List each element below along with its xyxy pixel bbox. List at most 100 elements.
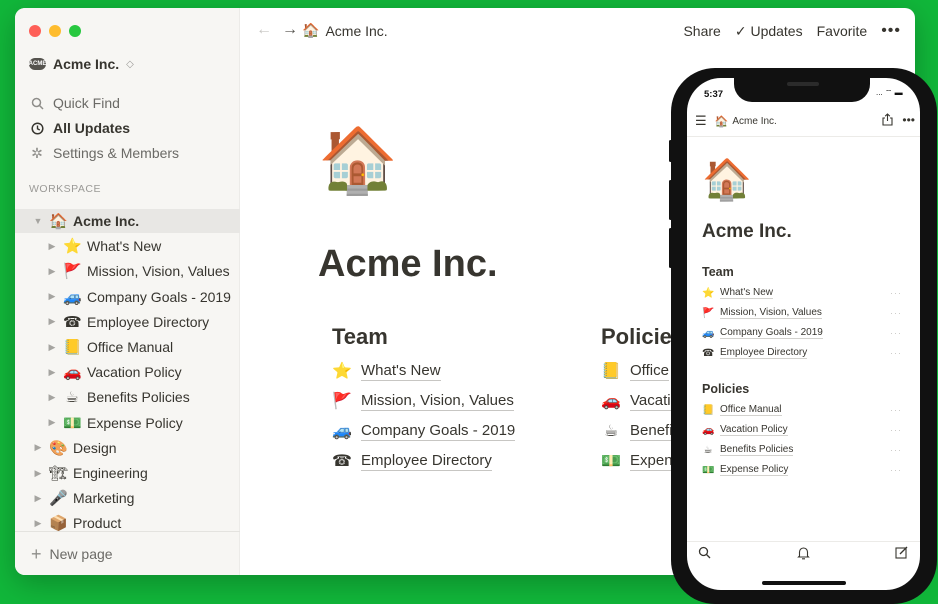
- phone-page-link[interactable]: 🚗 Vacation Policy ···: [702, 422, 902, 438]
- phone-link-label: Employee Directory: [720, 347, 808, 359]
- expand-toggle-icon[interactable]: ▶: [33, 468, 43, 479]
- row-more-icon[interactable]: ···: [890, 445, 902, 455]
- minimize-window-button[interactable]: [49, 25, 61, 37]
- settings-members-button[interactable]: ✲ Settings & Members: [29, 142, 179, 164]
- topbar: ← → 🏠 Acme Inc. Share ✓ Updates Favorite…: [240, 8, 915, 52]
- row-more-icon[interactable]: ···: [890, 405, 902, 415]
- phone-link-label: Expense Policy: [720, 464, 789, 476]
- sidebar-item-marketing[interactable]: ▶ 🎤 Marketing: [15, 486, 240, 510]
- breadcrumb[interactable]: 🏠 Acme Inc.: [302, 22, 388, 39]
- maximize-window-button[interactable]: [69, 25, 81, 37]
- phone-page-link[interactable]: 💵 Expense Policy ···: [702, 462, 902, 478]
- expand-toggle-icon[interactable]: ▶: [33, 518, 43, 529]
- new-page-button[interactable]: + New page: [15, 531, 240, 575]
- sidebar-item-design[interactable]: ▶ 🎨 Design: [15, 436, 240, 460]
- expand-toggle-icon[interactable]: ▶: [33, 442, 43, 453]
- phone-more-icon[interactable]: •••: [902, 113, 915, 129]
- sidebar-item-office-manual[interactable]: ▶ 📒 Office Manual: [15, 335, 240, 359]
- share-button[interactable]: Share: [683, 23, 720, 39]
- close-window-button[interactable]: [29, 25, 41, 37]
- expand-toggle-icon[interactable]: ▶: [47, 342, 57, 353]
- phone-page-link[interactable]: 🚩 Mission, Vision, Values ···: [702, 305, 902, 321]
- phone-breadcrumb[interactable]: Acme Inc.: [732, 116, 776, 127]
- page-emoji-icon: 📒: [601, 363, 621, 380]
- expand-toggle-icon[interactable]: ▶: [47, 266, 57, 277]
- page-link[interactable]: ☕ Benefit: [601, 420, 677, 442]
- expand-toggle-icon[interactable]: ▶: [47, 291, 57, 302]
- expand-toggle-icon[interactable]: ▶: [47, 241, 57, 252]
- sidebar-item-label: Vacation Policy: [87, 364, 182, 381]
- updates-button[interactable]: ✓ Updates: [735, 23, 803, 40]
- favorite-button[interactable]: Favorite: [817, 23, 868, 39]
- workspace-switcher[interactable]: ACME Acme Inc. ◇: [29, 56, 134, 72]
- page-emoji-icon: 🏗: [49, 465, 69, 482]
- share-icon[interactable]: [882, 113, 893, 129]
- breadcrumb-label: Acme Inc.: [325, 22, 388, 39]
- page-emoji-icon: 📒: [63, 339, 82, 356]
- page-link[interactable]: 📒 Office: [601, 360, 669, 382]
- quick-find-button[interactable]: Quick Find: [29, 92, 120, 114]
- phone-house-icon: 🏠: [714, 115, 729, 128]
- sidebar-item-what-s-new[interactable]: ▶ ⭐ What's New: [15, 234, 240, 258]
- sidebar-item-employee-directory[interactable]: ▶ ☎ Employee Directory: [15, 310, 240, 334]
- page-link-label: Employee Directory: [361, 451, 492, 471]
- phone-search-icon[interactable]: [698, 546, 711, 562]
- phone-page-link[interactable]: ⭐ What's New ···: [702, 285, 902, 301]
- page-link-label: Mission, Vision, Values: [361, 391, 514, 411]
- page-link[interactable]: 🚙 Company Goals - 2019: [332, 420, 516, 442]
- page-icon[interactable]: 🏠: [318, 128, 398, 192]
- page-link[interactable]: ⭐ What's New: [332, 360, 441, 382]
- page-emoji-icon: ⭐: [702, 287, 715, 299]
- hamburger-menu-icon[interactable]: ☰: [695, 113, 707, 129]
- settings-label: Settings & Members: [53, 145, 180, 161]
- page-link[interactable]: 🚩 Mission, Vision, Values: [332, 390, 514, 412]
- expand-toggle-icon[interactable]: ▶: [47, 392, 57, 403]
- row-more-icon[interactable]: ···: [890, 328, 902, 338]
- expand-toggle-icon[interactable]: ▶: [33, 493, 43, 504]
- sidebar-item-company-goals-2019[interactable]: ▶ 🚙 Company Goals - 2019: [15, 285, 240, 309]
- phone-page-link[interactable]: ☕ Benefits Policies ···: [702, 442, 902, 458]
- sidebar-item-mission-vision-values[interactable]: ▶ 🚩 Mission, Vision, Values: [15, 259, 240, 283]
- phone-page-link[interactable]: ☎ Employee Directory ···: [702, 345, 902, 361]
- phone-page-link[interactable]: 🚙 Company Goals - 2019 ···: [702, 325, 902, 341]
- row-more-icon[interactable]: ···: [890, 425, 902, 435]
- phone-page-title[interactable]: Acme Inc.: [702, 221, 792, 243]
- phone-status-icons: ... ⌔ ▬: [876, 88, 903, 97]
- sidebar-item-expense-policy[interactable]: ▶ 💵 Expense Policy: [15, 411, 240, 435]
- row-more-icon[interactable]: ···: [890, 308, 902, 318]
- page-link-label: Company Goals - 2019: [361, 421, 516, 441]
- row-more-icon[interactable]: ···: [890, 465, 902, 475]
- page-emoji-icon: 🚩: [63, 263, 82, 281]
- phone-time: 5:37: [704, 89, 724, 100]
- expand-toggle-icon[interactable]: ▶: [47, 367, 57, 378]
- page-title[interactable]: Acme Inc.: [318, 243, 498, 286]
- sidebar-item-label: Marketing: [73, 490, 135, 507]
- phone-page-icon[interactable]: 🏠: [702, 160, 752, 200]
- phone-bell-icon[interactable]: [797, 546, 810, 563]
- expand-toggle-icon[interactable]: ▶: [47, 417, 57, 428]
- forward-arrow-icon[interactable]: →: [282, 21, 298, 39]
- phone-page-link[interactable]: 📒 Office Manual ···: [702, 402, 902, 418]
- phone-link-label: Benefits Policies: [720, 444, 794, 456]
- page-link[interactable]: ☎ Employee Directory: [332, 450, 492, 472]
- sidebar-item-benefits-policies[interactable]: ▶ ☕ Benefits Policies: [15, 385, 240, 409]
- page-emoji-icon: 📦: [49, 515, 68, 533]
- expand-toggle-icon[interactable]: ▶: [47, 316, 57, 327]
- row-more-icon[interactable]: ···: [890, 348, 902, 358]
- expand-toggle-icon[interactable]: ▼: [33, 216, 43, 226]
- sidebar-item-vacation-policy[interactable]: ▶ 🚗 Vacation Policy: [15, 360, 240, 384]
- back-arrow-icon[interactable]: ←: [256, 21, 272, 39]
- phone-speaker: [787, 82, 819, 86]
- all-updates-button[interactable]: All Updates: [29, 117, 130, 139]
- page-emoji-icon: ☎: [702, 347, 715, 359]
- row-more-icon[interactable]: ···: [890, 288, 902, 298]
- page-link[interactable]: 💵 Expens: [601, 450, 681, 472]
- more-options-icon[interactable]: •••: [881, 22, 901, 40]
- sidebar: ACME Acme Inc. ◇ Quick Find All Updates …: [15, 8, 240, 575]
- page-emoji-icon: 💵: [702, 464, 715, 476]
- sidebar-item-engineering[interactable]: ▶ 🏗 Engineering: [15, 461, 240, 485]
- phone-compose-icon[interactable]: [895, 546, 908, 562]
- sidebar-item-acme-inc[interactable]: ▼ 🏠 Acme Inc.: [15, 209, 240, 233]
- page-emoji-icon: 🚙: [702, 327, 715, 339]
- page-link[interactable]: 🚗 Vacatio: [601, 390, 679, 412]
